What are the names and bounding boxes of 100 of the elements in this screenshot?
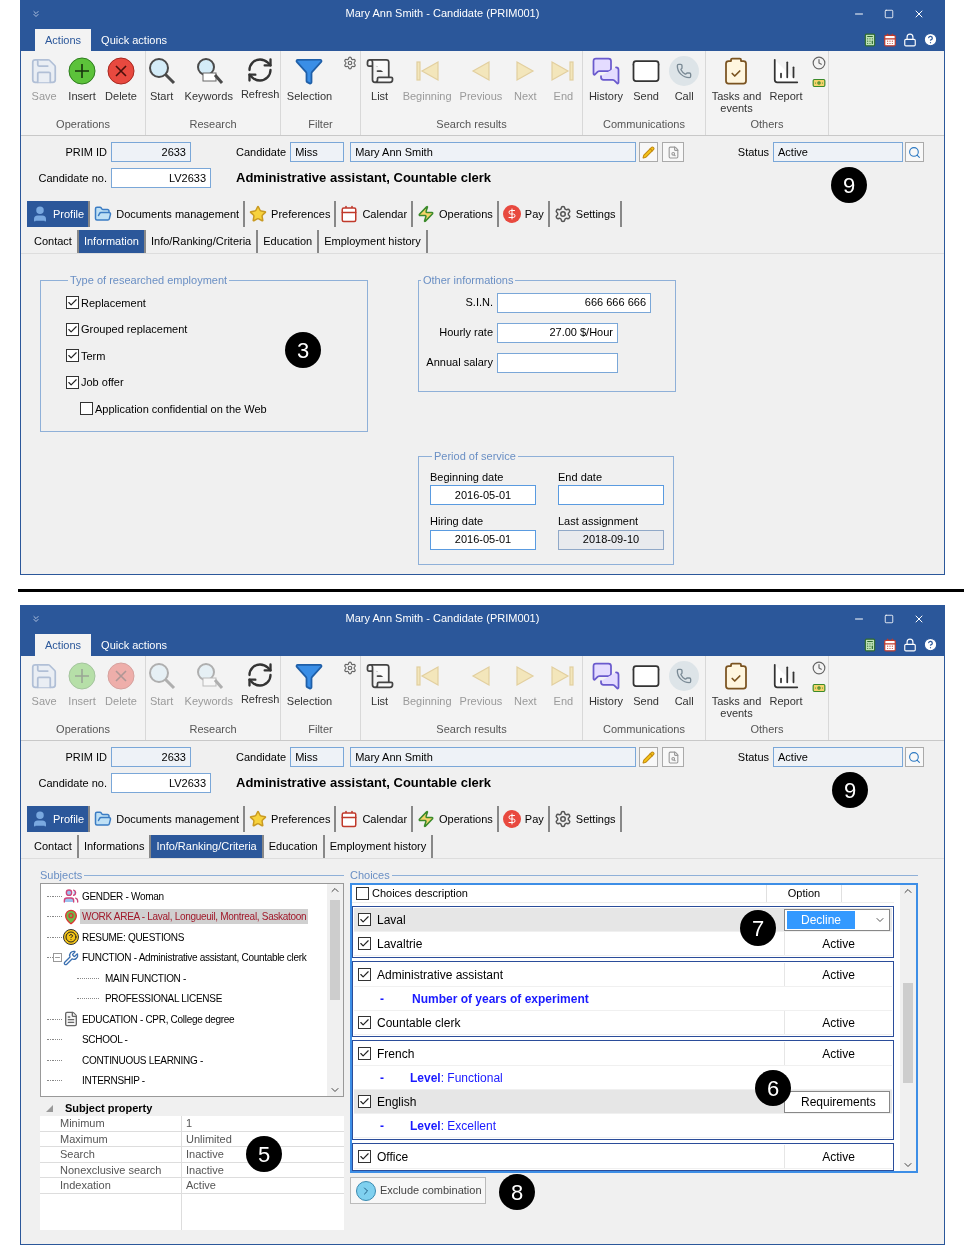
scrollbar-thumb[interactable]	[903, 983, 913, 1083]
cv-button[interactable]	[662, 142, 685, 162]
scrollbar-thumb[interactable]	[330, 900, 340, 1000]
edit-button[interactable]	[639, 142, 659, 162]
ribbon-button[interactable]: History	[585, 56, 627, 116]
ribbon-button[interactable]: List	[361, 56, 398, 116]
date-field[interactable]	[558, 485, 664, 505]
ribbon-tab[interactable]: Quick actions	[91, 634, 178, 656]
checkbox[interactable]	[66, 349, 79, 363]
ribbon-button[interactable]: History	[585, 661, 627, 721]
sub-tab[interactable]: Info/Ranking/Criteria	[145, 230, 259, 253]
dollar-coin-icon	[502, 205, 521, 223]
tree-item[interactable]: SCHOOL -	[80, 1032, 130, 1048]
tree-item[interactable]: GENDER - Woman	[80, 888, 166, 904]
checkbox[interactable]	[66, 296, 79, 310]
tree-item[interactable]: CONTINUOUS LEARNING -	[80, 1052, 205, 1068]
scrollbar[interactable]	[327, 884, 343, 1096]
checkbox[interactable]	[66, 375, 79, 389]
search-button[interactable]	[905, 747, 924, 767]
search-button[interactable]	[905, 142, 924, 162]
ribbon-button[interactable]: Call	[666, 661, 703, 721]
text-field[interactable]: 666 666 666	[497, 292, 651, 313]
ribbon-button[interactable]: Report	[766, 661, 806, 721]
tree-item[interactable]: FUNCTION - Administrative assistant, Countable clerk	[80, 950, 309, 966]
date-field[interactable]: 2016-05-01	[430, 529, 536, 550]
text-field[interactable]: Miss	[290, 747, 345, 767]
ribbon-button[interactable]: Tasks and events	[708, 56, 765, 116]
tree-item[interactable]: PROFESSIONAL LICENSE	[103, 991, 224, 1007]
star-icon	[249, 810, 268, 828]
text-field[interactable]: Active	[773, 747, 903, 767]
profile-tab[interactable]: Profile	[27, 201, 91, 227]
ribbon-button[interactable]: Selection	[283, 56, 336, 116]
checkbox[interactable]	[358, 1047, 371, 1060]
text-field[interactable]: LV2633	[111, 168, 211, 188]
ribbon-button[interactable]: Refresh	[237, 661, 283, 721]
tree-item[interactable]: EDUCATION - CPR, College degree	[80, 1011, 237, 1027]
tree-item[interactable]: WORK AREA - Laval, Longueuil, Montreal, Saskatoon	[80, 909, 309, 925]
sub-tab[interactable]: Employment history	[319, 230, 428, 253]
ribbon-group-label: Research	[188, 721, 238, 737]
text-field[interactable]: 2633	[111, 747, 191, 767]
ribbon-button[interactable]: Start	[143, 56, 180, 116]
date-field[interactable]: 2016-05-01	[430, 485, 536, 505]
text-field[interactable]: LV2633	[111, 773, 211, 793]
field-label: Last assignment	[558, 514, 640, 529]
text-field[interactable]	[497, 352, 618, 373]
checkbox[interactable]	[356, 887, 369, 900]
checkbox-label: Grouped replacement	[81, 322, 188, 337]
ribbon-button[interactable]: Refresh	[237, 56, 283, 116]
text-field[interactable]: Miss	[290, 142, 345, 162]
ribbon-tab[interactable]: Actions	[35, 29, 92, 51]
text-field[interactable]: 27.00 $/Hour	[497, 322, 618, 343]
ribbon-button[interactable]: Delete	[102, 56, 140, 116]
sub-tab[interactable]: Education	[263, 835, 325, 858]
checkbox[interactable]	[358, 1016, 371, 1029]
ribbon-button[interactable]: Report	[766, 56, 806, 116]
document-search-icon	[666, 145, 680, 159]
search-icon	[146, 661, 177, 691]
ribbon-button[interactable]: Call	[666, 56, 703, 116]
checkbox-label: Term	[81, 348, 106, 364]
ribbon-button[interactable]: Send	[628, 56, 665, 116]
text-field[interactable]: Mary Ann Smith	[350, 142, 637, 162]
sub-tab[interactable]: Employment history	[324, 835, 434, 858]
checkbox[interactable]	[358, 937, 371, 950]
scrollbar[interactable]	[900, 885, 916, 1171]
checkbox-label: Replacement	[81, 295, 146, 311]
exclude-combination-button[interactable]: Exclude combination	[350, 1177, 486, 1204]
checkbox[interactable]	[80, 402, 93, 416]
profile-tab[interactable]: Profile	[27, 806, 91, 832]
ribbon-tab[interactable]: Quick actions	[91, 29, 178, 51]
tree-item[interactable]: RESUME: QUESTIONS	[80, 929, 187, 945]
ribbon-group-label: Filter	[307, 721, 334, 737]
sub-tab[interactable]: Education	[258, 230, 320, 253]
ribbon-button[interactable]: Keywords	[181, 56, 236, 116]
checkbox[interactable]	[66, 322, 79, 336]
tree-item[interactable]: MAIN FUNCTION -	[103, 970, 189, 986]
ribbon-button[interactable]: Insert	[64, 56, 101, 116]
collapse-toggle[interactable]	[53, 953, 62, 963]
checkbox[interactable]	[358, 913, 371, 926]
sub-tab[interactable]: Contact	[29, 835, 79, 858]
tree-item[interactable]: INTERNSHIP -	[80, 1073, 147, 1089]
text-field[interactable]: 2633	[111, 142, 191, 162]
property-name: Indexation	[40, 1178, 182, 1194]
option-dropdown[interactable]: Requirements	[784, 1090, 890, 1113]
checkbox[interactable]	[358, 1095, 371, 1108]
ribbon-button[interactable]: List	[361, 661, 398, 721]
edit-button[interactable]	[639, 747, 659, 767]
ribbon-button[interactable]: Selection	[283, 661, 336, 721]
text-field[interactable]: Mary Ann Smith	[350, 747, 637, 767]
sub-tab[interactable]: Info/Ranking/Criteria	[151, 835, 264, 858]
x-circle-icon	[106, 56, 136, 86]
ribbon-button[interactable]: Send	[628, 661, 665, 721]
sub-tab[interactable]: Information	[78, 230, 146, 253]
field-label: Candidate	[236, 144, 287, 160]
text-field[interactable]: Active	[773, 142, 903, 162]
checkbox[interactable]	[358, 968, 371, 981]
ribbon-tab[interactable]: Actions	[35, 634, 92, 656]
calendar-icon	[340, 810, 359, 828]
checkbox[interactable]	[358, 1150, 371, 1163]
cv-button[interactable]	[662, 747, 685, 767]
ribbon-button[interactable]: Tasks and events	[708, 661, 765, 721]
